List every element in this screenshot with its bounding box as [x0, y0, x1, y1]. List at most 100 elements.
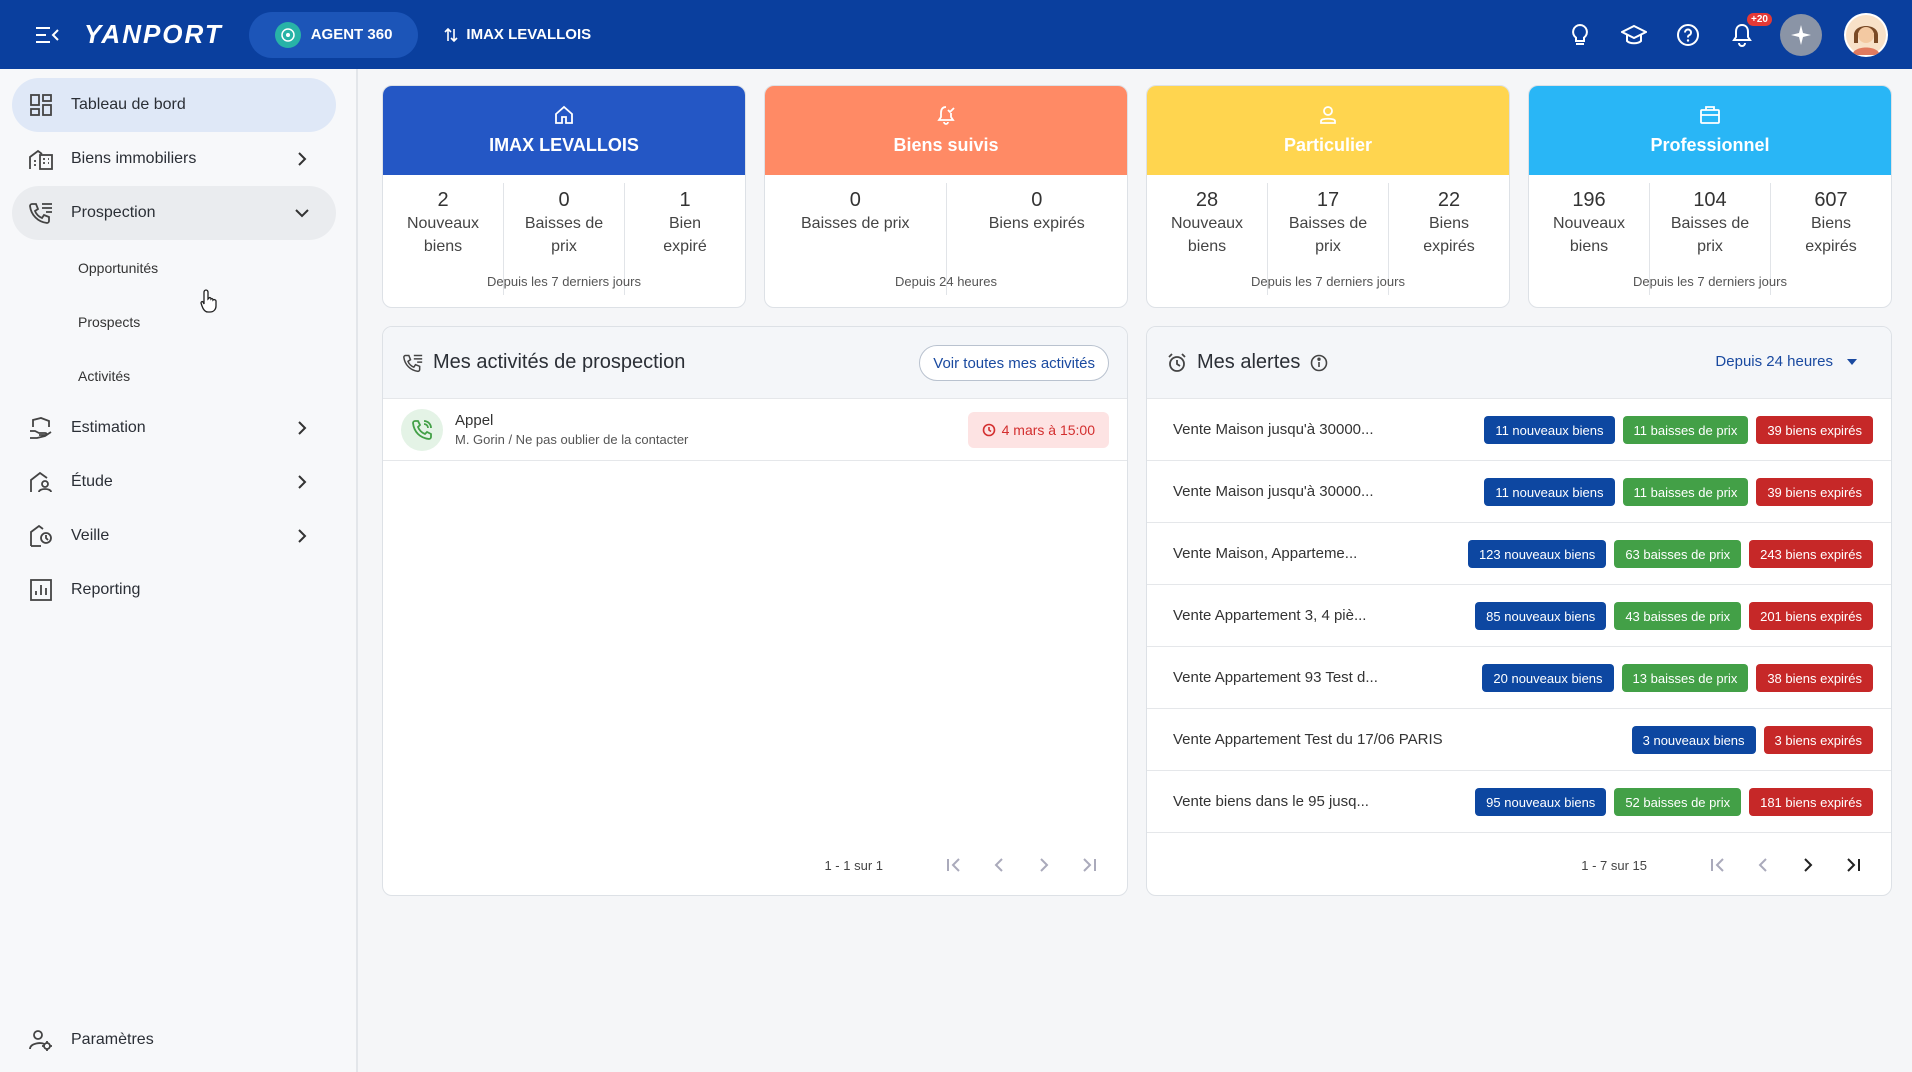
new-badge[interactable]: 85 nouveaux biens: [1475, 602, 1607, 630]
mouse-cursor-icon: [200, 289, 218, 318]
agency-switcher[interactable]: IMAX LEVALLOIS: [444, 26, 591, 43]
sidebar-subitem-opportunites[interactable]: Opportunités: [78, 260, 158, 276]
period-dropdown[interactable]: Depuis 24 heures: [1715, 353, 1857, 370]
yanport-logo[interactable]: YANPORT: [84, 19, 223, 50]
sidebar-item-tableau-de-bord[interactable]: Tableau de bord: [12, 78, 336, 132]
activities-panel: Mes activités de prospection Voir toutes…: [382, 326, 1128, 896]
menu-collapse-icon[interactable]: [24, 11, 72, 59]
clock-icon: [982, 423, 995, 437]
sidebar-subitem-prospects[interactable]: Prospects: [78, 314, 140, 330]
help-icon[interactable]: [1672, 19, 1704, 51]
expired-badge[interactable]: 38 biens expirés: [1756, 664, 1873, 692]
stat-label: Nouveaux biens: [1170, 215, 1244, 255]
sidebar-item-prospection[interactable]: Prospection: [12, 186, 336, 240]
sidebar-subitem-activites[interactable]: Activités: [78, 368, 130, 384]
expired-badge[interactable]: 39 biens expirés: [1756, 416, 1873, 444]
alert-row[interactable]: Vente Appartement 3, 4 piè... 85 nouveau…: [1147, 585, 1891, 647]
new-badge[interactable]: 3 nouveaux biens: [1631, 726, 1756, 754]
activities-pager: 1 - 1 sur 1: [824, 847, 1107, 883]
user-settings-icon: [28, 1027, 54, 1053]
alert-row[interactable]: Vente Maison, Apparteme... 123 nouveaux …: [1147, 523, 1891, 585]
drops-badge[interactable]: 43 baisses de prix: [1614, 602, 1742, 630]
sidebar-item-label: Veille: [71, 527, 110, 544]
pager-text: 1 - 7 sur 15: [1581, 857, 1647, 873]
card-followed[interactable]: Biens suivis 0 Baisses de prix 0 Biens exp…: [764, 85, 1128, 308]
sidebar-item-reporting[interactable]: Reporting: [12, 563, 336, 617]
drops-badge[interactable]: 11 baisses de prix: [1622, 416, 1749, 444]
stat-label: Baisses de prix: [1670, 215, 1750, 255]
drops-badge[interactable]: 63 baisses de prix: [1614, 540, 1742, 568]
sidebar-item-label: Estimation: [71, 419, 146, 436]
stat-label: Baisses de prix: [1288, 215, 1368, 255]
sidebar-item-biens-immobiliers[interactable]: Biens immobiliers: [12, 132, 336, 186]
stat-value: 1: [679, 189, 691, 211]
expired-badge[interactable]: 3 biens expirés: [1763, 726, 1873, 754]
last-page-icon[interactable]: [1835, 847, 1871, 883]
sidebar-item-parametres[interactable]: Paramètres: [12, 1013, 336, 1067]
alert-name: Vente Appartement 3, 4 piè...: [1173, 607, 1367, 624]
new-badge[interactable]: 11 nouveaux biens: [1484, 416, 1615, 444]
phone-call-icon: [401, 408, 443, 451]
sidebar-item-etude[interactable]: Étude: [12, 455, 336, 509]
prev-page-icon[interactable]: [1745, 847, 1781, 883]
phone-list-icon: [28, 200, 54, 226]
first-page-icon[interactable]: [1700, 847, 1736, 883]
new-badge[interactable]: 95 nouveaux biens: [1475, 788, 1607, 816]
graduation-cap-icon[interactable]: [1618, 19, 1650, 51]
buildings-icon: [28, 146, 54, 172]
caret-down-icon: [1847, 358, 1857, 365]
drops-badge[interactable]: 11 baisses de prix: [1622, 478, 1749, 506]
sparkle-icon[interactable]: [1780, 13, 1822, 56]
chevron-right-icon: [290, 147, 314, 171]
see-all-activities-button[interactable]: Voir toutes mes activités: [919, 345, 1109, 381]
agent-360-button[interactable]: AGENT 360: [248, 11, 419, 58]
alert-row[interactable]: Vente Appartement Test du 17/06 PARIS 3 …: [1147, 709, 1891, 771]
expired-badge[interactable]: 201 biens expirés: [1749, 602, 1873, 630]
expired-badge[interactable]: 181 biens expirés: [1749, 788, 1873, 816]
sidebar-item-estimation[interactable]: Estimation: [12, 401, 336, 455]
agent-360-icon: [274, 21, 301, 48]
new-badge[interactable]: 123 nouveaux biens: [1467, 540, 1607, 568]
expired-badge[interactable]: 39 biens expirés: [1756, 478, 1873, 506]
next-page-icon[interactable]: [1026, 847, 1062, 883]
alarm-clock-icon: [1168, 352, 1186, 372]
chevron-right-icon: [290, 470, 314, 494]
agency-label: IMAX LEVALLOIS: [466, 26, 592, 43]
card-footer: Depuis les 7 derniers jours: [1633, 274, 1787, 289]
stat-label: Bien expiré: [663, 215, 707, 255]
sidebar-item-label: Étude: [71, 473, 113, 490]
stat-label: Nouveaux biens: [406, 215, 480, 255]
chevron-down-icon: [290, 201, 314, 225]
card-agency[interactable]: IMAX LEVALLOIS 2 Nouveaux biens 0 Baisses …: [382, 85, 746, 308]
card-header: Professionnel: [1529, 86, 1891, 175]
stat-value: 17: [1316, 189, 1340, 211]
lightbulb-icon[interactable]: [1564, 19, 1596, 51]
alert-row[interactable]: Vente Maison jusqu'à 30000... 11 nouveau…: [1147, 399, 1891, 461]
first-page-icon[interactable]: [936, 847, 972, 883]
card-professionnel[interactable]: Professionnel 196 Nouveaux biens 104 Baiss…: [1528, 85, 1892, 308]
info-icon[interactable]: [1310, 354, 1328, 372]
card-particulier[interactable]: Particulier 28 Nouveaux biens 17 Baisses d…: [1146, 85, 1510, 308]
alert-row[interactable]: Vente biens dans le 95 jusq... 95 nouvea…: [1147, 771, 1891, 833]
drops-badge[interactable]: 52 baisses de prix: [1614, 788, 1742, 816]
stat-label: Biens expirés: [1805, 215, 1857, 255]
sidebar-item-veille[interactable]: Veille: [12, 509, 336, 563]
last-page-icon[interactable]: [1071, 847, 1107, 883]
drops-badge[interactable]: 13 baisses de prix: [1621, 664, 1749, 692]
activity-date-chip: 4 mars à 15:00: [967, 412, 1109, 448]
avatar[interactable]: [1844, 12, 1888, 57]
next-page-icon[interactable]: [1790, 847, 1826, 883]
phone-list-icon: [403, 354, 423, 372]
expired-badge[interactable]: 243 biens expirés: [1749, 540, 1873, 568]
stat-value: 2: [437, 189, 449, 211]
card-footer: Depuis 24 heures: [895, 274, 997, 289]
alerts-panel: Mes alertes Depuis 24 heures Vente Maiso…: [1146, 326, 1892, 896]
alert-row[interactable]: Vente Appartement 93 Test d... 20 nouvea…: [1147, 647, 1891, 709]
new-badge[interactable]: 20 nouveaux biens: [1482, 664, 1614, 692]
prev-page-icon[interactable]: [981, 847, 1017, 883]
new-badge[interactable]: 11 nouveaux biens: [1484, 478, 1615, 506]
alert-row[interactable]: Vente Maison jusqu'à 30000... 11 nouveau…: [1147, 461, 1891, 523]
dashboard-icon: [28, 92, 54, 118]
activity-item[interactable]: Appel M. Gorin / Ne pas oublier de la co…: [383, 399, 1127, 461]
bell-icon[interactable]: +20: [1726, 12, 1772, 51]
